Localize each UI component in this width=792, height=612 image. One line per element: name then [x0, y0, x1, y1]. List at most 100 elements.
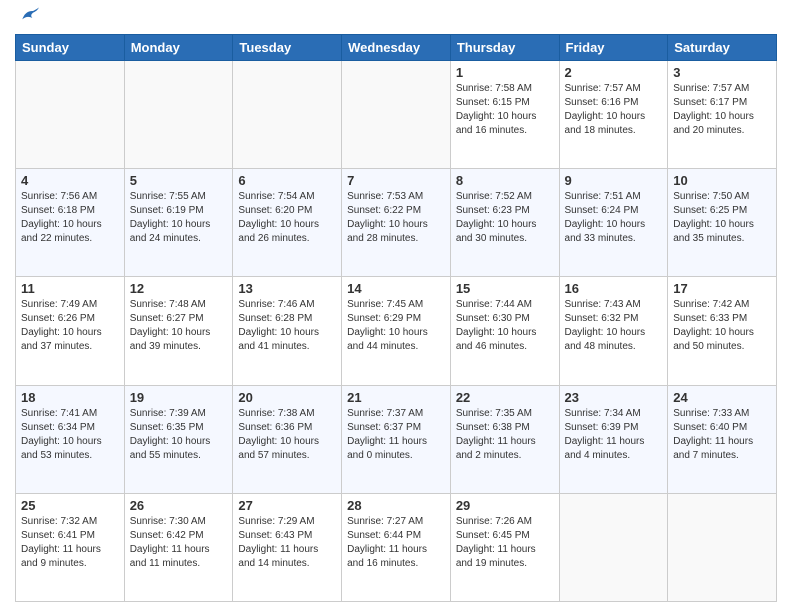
day-number: 17 [673, 281, 771, 296]
day-info: Sunrise: 7:39 AM Sunset: 6:35 PM Dayligh… [130, 407, 228, 463]
calendar-cell: 21 Sunrise: 7:37 AM Sunset: 6:37 PM Dayli… [342, 385, 451, 493]
calendar-cell: 29Sunrise: 7:26 AM Sunset: 6:45 PM Dayli… [450, 493, 559, 601]
day-number: 7 [347, 173, 445, 188]
weekday-header-row: SundayMondayTuesdayWednesdayThursdayFrid… [16, 35, 777, 61]
day-number: 3 [673, 65, 771, 80]
day-number: 28 [347, 498, 445, 513]
day-info: Sunrise: 7:45 AM Sunset: 6:29 PM Dayligh… [347, 298, 445, 354]
day-number: 6 [238, 173, 336, 188]
day-info: Sunrise: 7:29 AM Sunset: 6:43 PM Dayligh… [238, 515, 336, 571]
day-info: Sunrise: 7:52 AM Sunset: 6:23 PM Dayligh… [456, 190, 554, 246]
day-info: Sunrise: 7:53 AM Sunset: 6:22 PM Dayligh… [347, 190, 445, 246]
day-info: Sunrise: 7:48 AM Sunset: 6:27 PM Dayligh… [130, 298, 228, 354]
weekday-sunday: Sunday [16, 35, 125, 61]
day-info: Sunrise: 7:30 AM Sunset: 6:42 PM Dayligh… [130, 515, 228, 571]
calendar-cell: 9 Sunrise: 7:51 AM Sunset: 6:24 PM Daylig… [559, 169, 668, 277]
day-number: 4 [21, 173, 119, 188]
calendar-cell [559, 493, 668, 601]
calendar-cell: 1 Sunrise: 7:58 AM Sunset: 6:15 PM Daylig… [450, 61, 559, 169]
day-info: Sunrise: 7:51 AM Sunset: 6:24 PM Dayligh… [565, 190, 663, 246]
day-info: Sunrise: 7:38 AM Sunset: 6:36 PM Dayligh… [238, 407, 336, 463]
day-number: 10 [673, 173, 771, 188]
day-info: Sunrise: 7:55 AM Sunset: 6:19 PM Dayligh… [130, 190, 228, 246]
week-row-5: 25 Sunrise: 7:32 AM Sunset: 6:41 PM Dayli… [16, 493, 777, 601]
calendar-cell: 10 Sunrise: 7:50 AM Sunset: 6:25 PM Dayli… [668, 169, 777, 277]
day-number: 29 [456, 498, 554, 513]
calendar-cell: 22 Sunrise: 7:35 AM Sunset: 6:38 PM Dayli… [450, 385, 559, 493]
logo-bird-icon [19, 6, 39, 26]
day-number: 8 [456, 173, 554, 188]
calendar-cell: 27 Sunrise: 7:29 AM Sunset: 6:43 PM Dayli… [233, 493, 342, 601]
header [15, 10, 777, 26]
calendar-cell [16, 61, 125, 169]
day-number: 11 [21, 281, 119, 296]
calendar-cell: 16 Sunrise: 7:43 AM Sunset: 6:32 PM Dayli… [559, 277, 668, 385]
day-number: 27 [238, 498, 336, 513]
day-info: Sunrise: 7:56 AM Sunset: 6:18 PM Dayligh… [21, 190, 119, 246]
day-number: 22 [456, 390, 554, 405]
calendar-cell: 5 Sunrise: 7:55 AM Sunset: 6:19 PM Daylig… [124, 169, 233, 277]
calendar-cell: 3 Sunrise: 7:57 AM Sunset: 6:17 PM Daylig… [668, 61, 777, 169]
day-number: 23 [565, 390, 663, 405]
calendar-cell: 17 Sunrise: 7:42 AM Sunset: 6:33 PM Dayli… [668, 277, 777, 385]
day-info: Sunrise: 7:34 AM Sunset: 6:39 PM Dayligh… [565, 407, 663, 463]
day-info: Sunrise: 7:33 AM Sunset: 6:40 PM Dayligh… [673, 407, 771, 463]
calendar-cell: 25 Sunrise: 7:32 AM Sunset: 6:41 PM Dayli… [16, 493, 125, 601]
calendar-cell: 11 Sunrise: 7:49 AM Sunset: 6:26 PM Dayli… [16, 277, 125, 385]
calendar-cell [124, 61, 233, 169]
calendar-cell: 14 Sunrise: 7:45 AM Sunset: 6:29 PM Dayli… [342, 277, 451, 385]
calendar-cell: 24 Sunrise: 7:33 AM Sunset: 6:40 PM Dayli… [668, 385, 777, 493]
weekday-monday: Monday [124, 35, 233, 61]
day-info: Sunrise: 7:32 AM Sunset: 6:41 PM Dayligh… [21, 515, 119, 571]
page: SundayMondayTuesdayWednesdayThursdayFrid… [0, 0, 792, 612]
calendar-cell: 23 Sunrise: 7:34 AM Sunset: 6:39 PM Dayli… [559, 385, 668, 493]
day-number: 1 [456, 65, 554, 80]
day-info: Sunrise: 7:58 AM Sunset: 6:15 PM Dayligh… [456, 82, 554, 138]
calendar-cell: 15Sunrise: 7:44 AM Sunset: 6:30 PM Dayli… [450, 277, 559, 385]
day-info: Sunrise: 7:43 AM Sunset: 6:32 PM Dayligh… [565, 298, 663, 354]
calendar-cell: 18 Sunrise: 7:41 AM Sunset: 6:34 PM Dayli… [16, 385, 125, 493]
weekday-wednesday: Wednesday [342, 35, 451, 61]
day-number: 14 [347, 281, 445, 296]
calendar-cell [668, 493, 777, 601]
day-number: 13 [238, 281, 336, 296]
day-number: 25 [21, 498, 119, 513]
day-number: 16 [565, 281, 663, 296]
day-info: Sunrise: 7:57 AM Sunset: 6:16 PM Dayligh… [565, 82, 663, 138]
calendar-cell: 6 Sunrise: 7:54 AM Sunset: 6:20 PM Daylig… [233, 169, 342, 277]
day-number: 2 [565, 65, 663, 80]
calendar-cell: 20Sunrise: 7:38 AM Sunset: 6:36 PM Dayli… [233, 385, 342, 493]
calendar-cell: 7 Sunrise: 7:53 AM Sunset: 6:22 PM Daylig… [342, 169, 451, 277]
day-info: Sunrise: 7:41 AM Sunset: 6:34 PM Dayligh… [21, 407, 119, 463]
calendar-cell: 28 Sunrise: 7:27 AM Sunset: 6:44 PM Dayli… [342, 493, 451, 601]
weekday-saturday: Saturday [668, 35, 777, 61]
day-info: Sunrise: 7:57 AM Sunset: 6:17 PM Dayligh… [673, 82, 771, 138]
day-number: 24 [673, 390, 771, 405]
day-number: 12 [130, 281, 228, 296]
day-number: 26 [130, 498, 228, 513]
weekday-tuesday: Tuesday [233, 35, 342, 61]
calendar-cell: 4 Sunrise: 7:56 AM Sunset: 6:18 PM Daylig… [16, 169, 125, 277]
calendar-cell: 26 Sunrise: 7:30 AM Sunset: 6:42 PM Dayli… [124, 493, 233, 601]
calendar-cell [342, 61, 451, 169]
calendar-cell: 8 Sunrise: 7:52 AM Sunset: 6:23 PM Daylig… [450, 169, 559, 277]
day-number: 21 [347, 390, 445, 405]
calendar-cell: 12 Sunrise: 7:48 AM Sunset: 6:27 PM Dayli… [124, 277, 233, 385]
day-number: 19 [130, 390, 228, 405]
day-number: 5 [130, 173, 228, 188]
day-info: Sunrise: 7:50 AM Sunset: 6:25 PM Dayligh… [673, 190, 771, 246]
calendar-table: SundayMondayTuesdayWednesdayThursdayFrid… [15, 34, 777, 602]
day-info: Sunrise: 7:49 AM Sunset: 6:26 PM Dayligh… [21, 298, 119, 354]
weekday-thursday: Thursday [450, 35, 559, 61]
day-info: Sunrise: 7:42 AM Sunset: 6:33 PM Dayligh… [673, 298, 771, 354]
day-number: 9 [565, 173, 663, 188]
day-number: 15 [456, 281, 554, 296]
day-number: 18 [21, 390, 119, 405]
day-info: Sunrise: 7:35 AM Sunset: 6:38 PM Dayligh… [456, 407, 554, 463]
week-row-4: 18 Sunrise: 7:41 AM Sunset: 6:34 PM Dayli… [16, 385, 777, 493]
day-info: Sunrise: 7:27 AM Sunset: 6:44 PM Dayligh… [347, 515, 445, 571]
day-info: Sunrise: 7:37 AM Sunset: 6:37 PM Dayligh… [347, 407, 445, 463]
calendar-cell: 2 Sunrise: 7:57 AM Sunset: 6:16 PM Daylig… [559, 61, 668, 169]
day-info: Sunrise: 7:54 AM Sunset: 6:20 PM Dayligh… [238, 190, 336, 246]
week-row-3: 11 Sunrise: 7:49 AM Sunset: 6:26 PM Dayli… [16, 277, 777, 385]
